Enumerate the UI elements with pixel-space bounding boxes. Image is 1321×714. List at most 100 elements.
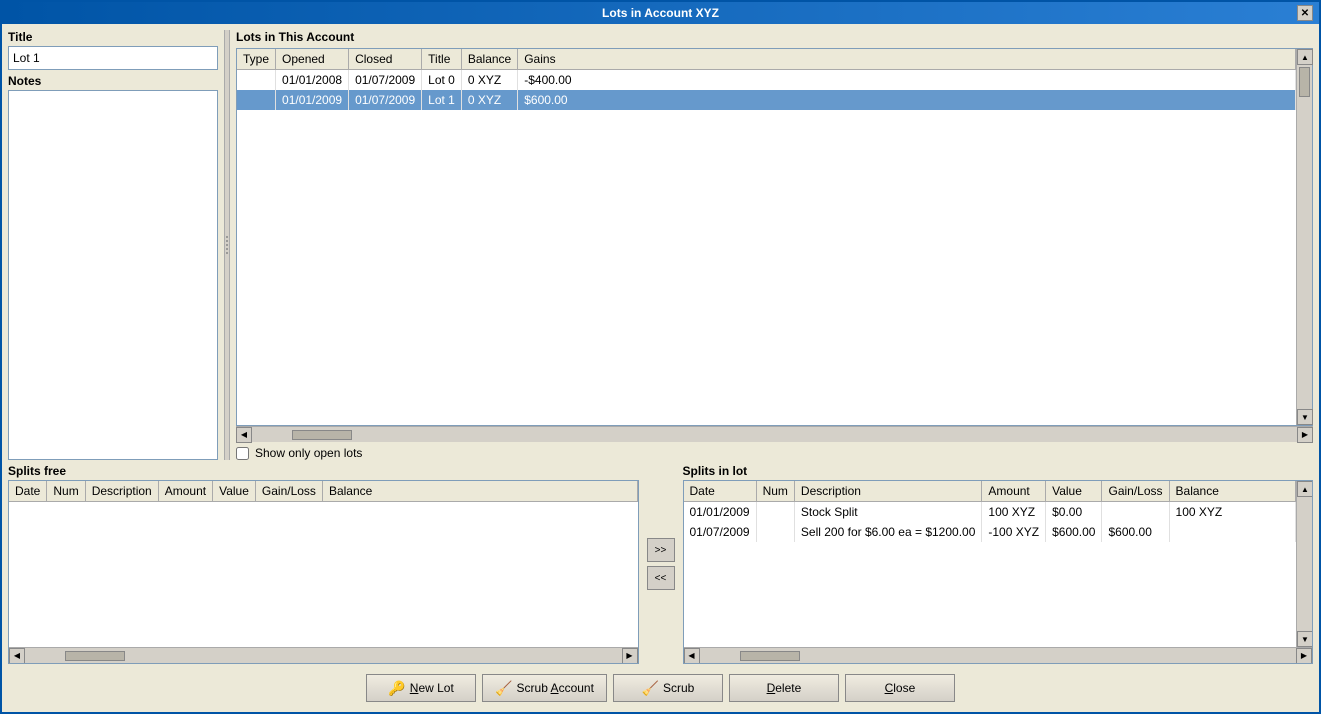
splits-lot-inner-wrap: Date Num Description Amount Value Gain/L… <box>684 481 1313 647</box>
lots-cell-0 <box>237 90 276 110</box>
splits-lot-cell-5 <box>1102 502 1169 523</box>
title-input[interactable] <box>8 46 218 70</box>
lots-table: Type Opened Closed Title Balance Gains 0… <box>237 49 1296 110</box>
scrub-label: Scrub <box>663 681 694 695</box>
splits-lot-vscrollbar[interactable]: ▲ ▼ <box>1296 481 1312 647</box>
scroll-hthumb <box>292 430 352 440</box>
splits-lot-cell-4: $0.00 <box>1046 502 1102 523</box>
sf-col-num: Num <box>47 481 85 502</box>
move-to-free-btn[interactable]: << <box>647 566 675 590</box>
scroll-up-btn[interactable]: ▲ <box>1297 49 1313 65</box>
splits-in-lot-table: Date Num Description Amount Value Gain/L… <box>684 481 1297 542</box>
sl-scroll-right[interactable]: ▶ <box>1296 648 1312 664</box>
lots-table-inner[interactable]: Type Opened Closed Title Balance Gains 0… <box>237 49 1296 425</box>
close-icon[interactable]: ✕ <box>1297 5 1313 21</box>
delete-button[interactable]: Delete <box>729 674 839 702</box>
sl-scroll-up[interactable]: ▲ <box>1297 481 1312 497</box>
lots-cell-1: 01/01/2009 <box>276 90 349 110</box>
close-button[interactable]: Close <box>845 674 955 702</box>
splits-lot-row[interactable]: 01/01/2009Stock Split100 XYZ$0.00100 XYZ <box>684 502 1296 523</box>
lots-cell-4: 0 XYZ <box>461 90 517 110</box>
title-section: Title <box>8 30 218 70</box>
splits-lot-cell-0: 01/07/2009 <box>684 522 757 542</box>
sf-scroll-track <box>25 648 622 663</box>
notes-textarea[interactable] <box>8 90 218 460</box>
left-panel: Title Notes <box>8 30 218 460</box>
delete-label: Delete <box>767 681 802 695</box>
vertical-divider <box>224 30 230 460</box>
sl-scroll-left[interactable]: ◀ <box>684 648 700 664</box>
splits-free-panel: Splits free Date Num Description Amount … <box>8 464 639 664</box>
splits-free-table: Date Num Description Amount Value Gain/L… <box>9 481 638 502</box>
splits-lot-hscrollbar[interactable]: ◀ ▶ <box>684 647 1313 663</box>
splits-free-table-container: Date Num Description Amount Value Gain/L… <box>8 480 639 664</box>
move-to-lot-btn[interactable]: >> <box>647 538 675 562</box>
splits-in-lot-panel: Splits in lot Date Num Description A <box>683 464 1314 664</box>
splits-lot-cell-4: $600.00 <box>1046 522 1102 542</box>
splits-lot-cell-1 <box>756 502 794 523</box>
splits-lot-body: 01/01/2009Stock Split100 XYZ$0.00100 XYZ… <box>684 502 1296 543</box>
notes-label: Notes <box>8 74 218 88</box>
scroll-left-btn[interactable]: ◀ <box>236 427 252 443</box>
splits-lot-cell-3: -100 XYZ <box>982 522 1046 542</box>
lots-section-label: Lots in This Account <box>236 30 1313 44</box>
scroll-htrack <box>252 427 1297 442</box>
sf-scroll-right[interactable]: ▶ <box>622 648 638 664</box>
lots-table-wrapper: Type Opened Closed Title Balance Gains 0… <box>236 48 1313 426</box>
show-only-open-checkbox[interactable] <box>236 447 249 460</box>
sf-scroll-thumb <box>65 651 125 661</box>
sl-col-desc: Description <box>794 481 981 502</box>
footer-buttons: 🔑 New Lot 🧹 Scrub Account 🧹 Scrub Delete… <box>8 668 1313 706</box>
sf-col-desc: Description <box>85 481 158 502</box>
splits-lot-cell-2: Sell 200 for $6.00 ea = $1200.00 <box>794 522 981 542</box>
scrub-account-icon: 🧹 <box>495 680 512 697</box>
col-balance: Balance <box>461 49 517 70</box>
sl-col-value: Value <box>1046 481 1102 502</box>
splits-in-lot-label: Splits in lot <box>683 464 1314 478</box>
sl-col-gainloss: Gain/Loss <box>1102 481 1169 502</box>
new-lot-icon: 🔑 <box>388 680 405 697</box>
titlebar: Lots in Account XYZ ✕ <box>2 2 1319 24</box>
col-closed: Closed <box>349 49 422 70</box>
window-title: Lots in Account XYZ <box>24 6 1297 20</box>
bottom-section: Splits free Date Num Description Amount … <box>8 464 1313 664</box>
new-lot-label: New Lot <box>410 681 454 695</box>
scroll-track <box>1297 65 1312 409</box>
splits-free-hscrollbar[interactable]: ◀ ▶ <box>9 647 638 663</box>
splits-lot-header: Date Num Description Amount Value Gain/L… <box>684 481 1296 502</box>
lots-table-row[interactable]: 01/01/200801/07/2009Lot 00 XYZ-$400.00 <box>237 70 1296 91</box>
scrub-icon: 🧹 <box>642 680 659 697</box>
sf-col-date: Date <box>9 481 47 502</box>
splits-lot-cell-6: 100 XYZ <box>1169 502 1295 523</box>
transfer-arrows: >> << <box>645 464 677 664</box>
lots-cell-5: $600.00 <box>518 90 1296 110</box>
scroll-thumb <box>1299 67 1310 97</box>
splits-free-scroll[interactable]: Date Num Description Amount Value Gain/L… <box>9 481 638 647</box>
scrub-button[interactable]: 🧹 Scrub <box>613 674 723 702</box>
scrub-account-label: Scrub Account <box>517 681 594 695</box>
lots-cell-5: -$400.00 <box>518 70 1296 91</box>
splits-free-label: Splits free <box>8 464 639 478</box>
sl-scroll-htrack <box>700 648 1297 663</box>
splits-lot-scroll[interactable]: Date Num Description Amount Value Gain/L… <box>684 481 1297 647</box>
sl-col-num: Num <box>756 481 794 502</box>
scrub-account-button[interactable]: 🧹 Scrub Account <box>482 674 607 702</box>
sl-scroll-down[interactable]: ▼ <box>1297 631 1312 647</box>
scroll-down-btn[interactable]: ▼ <box>1297 409 1313 425</box>
lots-hscrollbar[interactable]: ◀ ▶ <box>236 426 1313 442</box>
lots-table-row[interactable]: 01/01/200901/07/2009Lot 10 XYZ$600.00 <box>237 90 1296 110</box>
splits-lot-cell-2: Stock Split <box>794 502 981 523</box>
sf-scroll-left[interactable]: ◀ <box>9 648 25 664</box>
scroll-right-btn[interactable]: ▶ <box>1297 427 1313 443</box>
col-type: Type <box>237 49 276 70</box>
splits-lot-cell-1 <box>756 522 794 542</box>
sl-col-balance: Balance <box>1169 481 1295 502</box>
lots-scrollbar[interactable]: ▲ ▼ <box>1296 49 1312 425</box>
close-label: Close <box>885 681 916 695</box>
lots-cell-0 <box>237 70 276 91</box>
splits-free-header: Date Num Description Amount Value Gain/L… <box>9 481 637 502</box>
new-lot-button[interactable]: 🔑 New Lot <box>366 674 476 702</box>
sf-col-gainloss: Gain/Loss <box>255 481 322 502</box>
sl-col-amount: Amount <box>982 481 1046 502</box>
splits-lot-row[interactable]: 01/07/2009 Sell 200 for $6.00 ea = $1200.… <box>684 522 1296 542</box>
